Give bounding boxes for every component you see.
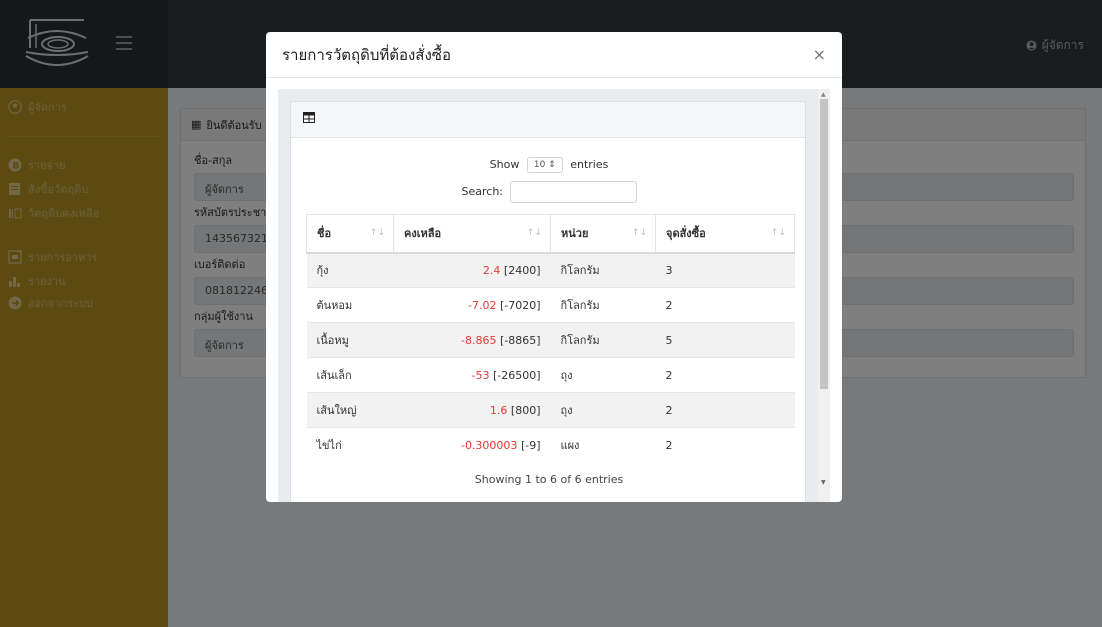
cell-reorder-point: 2 — [655, 427, 795, 463]
reorder-table-card: Show 10 ⇕ entries Search: ชื่อ ↑↓ คงเหลือ… — [290, 101, 806, 502]
cell-remaining: -7.02 [-7020] — [393, 287, 551, 323]
column-header-unit[interactable]: หน่วย ↑↓ — [550, 214, 656, 254]
reorder-modal: รายการวัตถุดิบที่ต้องสั่งซื้อ × Show 10 … — [266, 32, 842, 502]
sort-icon: ↑↓ — [369, 228, 385, 238]
modal-title: รายการวัตถุดิบที่ต้องสั่งซื้อ — [282, 45, 451, 64]
column-header-label: จุดสั่งซื้อ — [666, 227, 706, 241]
modal-scrollbar[interactable]: ▲ ▼ — [818, 89, 830, 502]
remaining-raw: [-26500] — [492, 368, 541, 382]
cell-reorder-point: 2 — [655, 287, 795, 323]
cell-unit: ถุง — [550, 357, 656, 393]
cell-reorder-point: 2 — [655, 392, 795, 428]
sort-icon: ↑↓ — [770, 228, 786, 238]
cell-unit: แผง — [550, 427, 656, 463]
modal-body: Show 10 ⇕ entries Search: ชื่อ ↑↓ คงเหลือ… — [278, 89, 830, 502]
column-header-name[interactable]: ชื่อ ↑↓ — [306, 214, 394, 254]
cell-name: เส้นใหญ่ — [306, 392, 394, 428]
sort-icon: ↑↓ — [526, 228, 542, 238]
search-input[interactable] — [509, 181, 637, 203]
cell-remaining: -8.865 [-8865] — [393, 322, 551, 358]
cell-unit: กิโลกรัม — [550, 287, 656, 323]
cell-remaining: -53 [-26500] — [393, 357, 551, 393]
search-control: Search: — [291, 181, 807, 203]
sort-icon: ↑↓ — [631, 228, 647, 238]
remaining-value: -7.02 — [467, 298, 497, 312]
remaining-value: -8.865 — [460, 333, 497, 347]
cell-name: ไข่ไก่ — [306, 427, 394, 463]
column-header-remaining[interactable]: คงเหลือ ↑↓ — [393, 214, 551, 254]
table-row: เส้นเล็ก -53 [-26500] ถุง 2 — [306, 357, 795, 393]
entries-label: entries — [570, 158, 609, 171]
table-row: เนื้อหมู -8.865 [-8865] กิโลกรัม 5 — [306, 322, 795, 358]
cell-remaining: 2.4 [2400] — [393, 252, 551, 288]
remaining-value: 2.4 — [482, 263, 501, 277]
table-row: เส้นใหญ่ 1.6 [800] ถุง 2 — [306, 392, 795, 428]
remaining-raw: [-8865] — [499, 333, 541, 347]
scroll-up-icon[interactable]: ▲ — [821, 91, 826, 98]
cell-remaining: 1.6 [800] — [393, 392, 551, 428]
remaining-raw: [2400] — [503, 263, 541, 277]
scroll-thumb[interactable] — [820, 99, 828, 389]
cell-unit: ถุง — [550, 392, 656, 428]
cell-remaining: -0.300003 [-9] — [393, 427, 551, 463]
search-label: Search: — [461, 185, 504, 198]
cell-name: เส้นเล็ก — [306, 357, 394, 393]
cell-name: กุ้ง — [306, 252, 394, 288]
cell-name: ต้นหอม — [306, 287, 394, 323]
remaining-raw: [-9] — [520, 438, 541, 452]
cell-reorder-point: 2 — [655, 357, 795, 393]
remaining-value: -0.300003 — [460, 438, 518, 452]
page-size-value: 10 — [533, 160, 546, 170]
column-header-label: ชื่อ — [317, 227, 332, 241]
cell-reorder-point: 3 — [655, 252, 795, 288]
column-header-label: หน่วย — [561, 227, 589, 241]
remaining-raw: [-7020] — [499, 298, 541, 312]
column-header-label: คงเหลือ — [404, 227, 442, 241]
scroll-down-icon[interactable]: ▼ — [821, 479, 826, 486]
remaining-value: 1.6 — [489, 403, 508, 417]
close-icon[interactable]: × — [813, 45, 826, 64]
reorder-table: ชื่อ ↑↓ คงเหลือ ↑↓ หน่วย ↑↓ จุดสั่งซื้อ ↑↓ ก… — [306, 214, 795, 463]
modal-header: รายการวัตถุดิบที่ต้องสั่งซื้อ × — [266, 32, 842, 78]
table-row: ต้นหอม -7.02 [-7020] กิโลกรัม 2 — [306, 287, 795, 323]
remaining-raw: [800] — [510, 403, 541, 417]
table-row: กุ้ง 2.4 [2400] กิโลกรัม 3 — [306, 252, 795, 288]
inner-card-header — [291, 102, 805, 138]
cell-name: เนื้อหมู — [306, 322, 394, 358]
entries-length-control: Show 10 ⇕ entries — [291, 157, 807, 173]
column-header-reorder-point[interactable]: จุดสั่งซื้อ ↑↓ — [655, 214, 795, 254]
table-info: Showing 1 to 6 of 6 entries — [474, 473, 624, 486]
table-row: ไข่ไก่ -0.300003 [-9] แผง 2 — [306, 427, 795, 463]
remaining-value: -53 — [471, 368, 490, 382]
table-icon — [303, 112, 315, 123]
cell-unit: กิโลกรัม — [550, 322, 656, 358]
cell-unit: กิโลกรัม — [550, 252, 656, 288]
cell-reorder-point: 5 — [655, 322, 795, 358]
show-label: Show — [489, 158, 520, 171]
page-size-select[interactable]: 10 ⇕ — [526, 157, 563, 173]
